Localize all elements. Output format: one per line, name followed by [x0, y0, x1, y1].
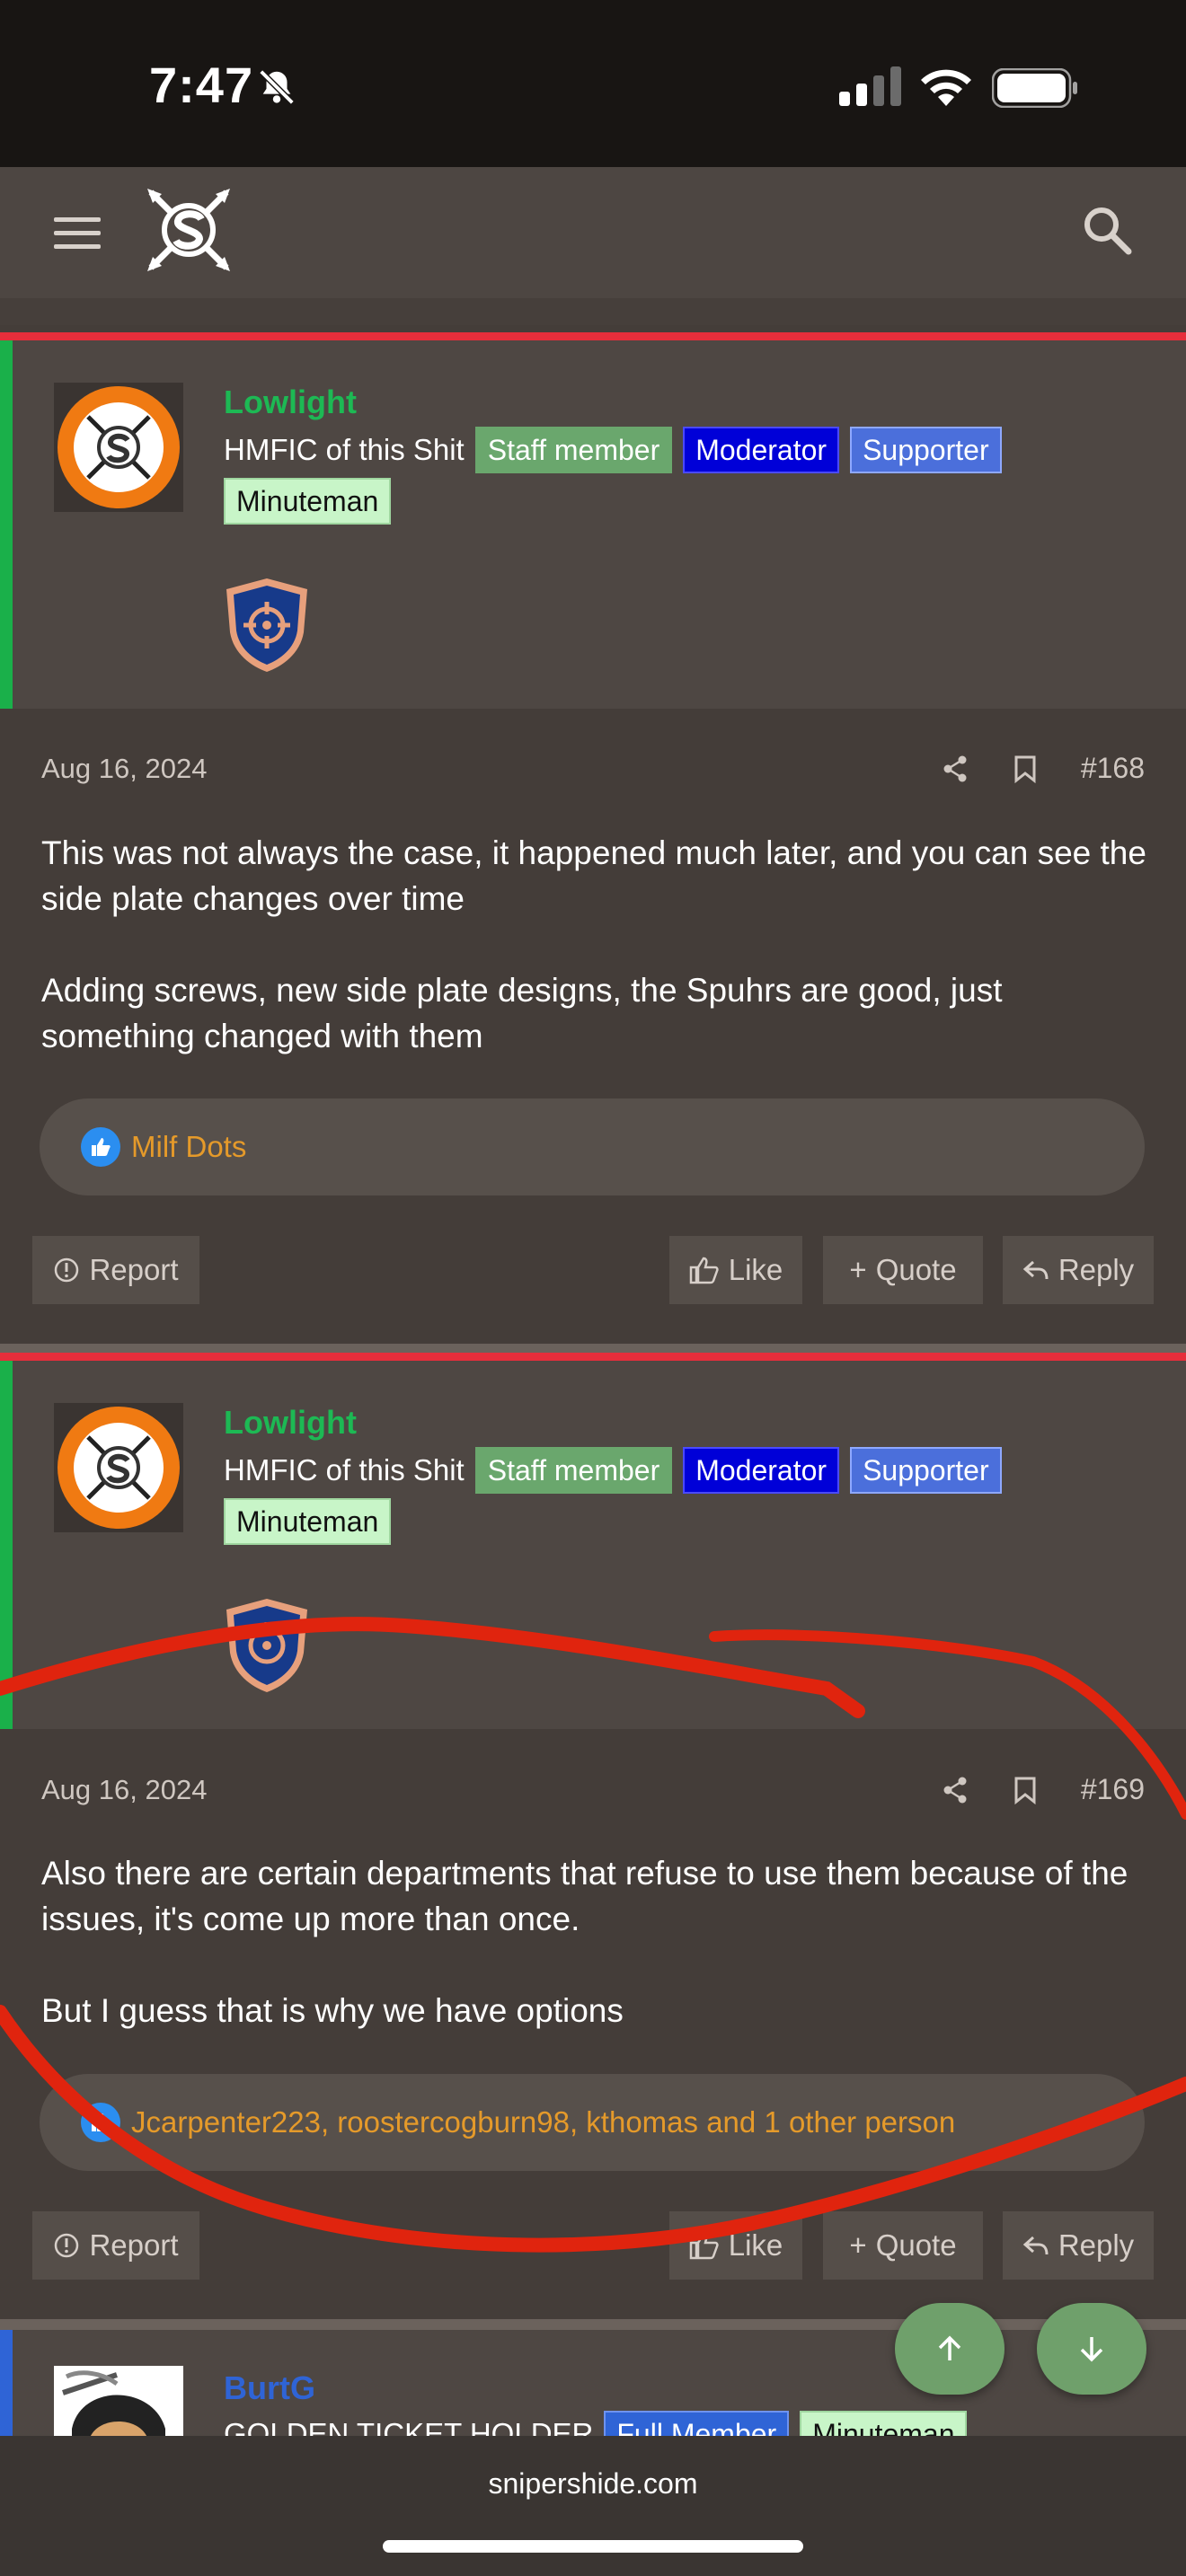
quote-label: Quote — [875, 1253, 957, 1286]
cellular-signal-icon — [839, 66, 901, 106]
reply-label: Reply — [1058, 1253, 1135, 1286]
avatar[interactable] — [54, 2366, 183, 2436]
post-tools: #169 — [941, 1773, 1145, 1806]
moderator-badge: Moderator — [683, 1447, 840, 1494]
post-number[interactable]: #169 — [1081, 1773, 1145, 1806]
post-top-line — [0, 332, 1186, 340]
post-accent-bar — [0, 2330, 13, 2436]
post-tools: #168 — [941, 752, 1145, 785]
quote-label: Quote — [875, 2228, 957, 2262]
plus-icon: + — [849, 2228, 867, 2262]
supporter-badge: Supporter — [850, 427, 1002, 473]
minuteman-badge: Minuteman — [224, 478, 392, 525]
scroll-down-button[interactable] — [1037, 2303, 1146, 2395]
user-avatar-icon — [58, 386, 180, 508]
status-time: 7:47 — [149, 57, 254, 113]
trophy-shield-icon[interactable] — [221, 575, 313, 675]
quote-button[interactable]: + Quote — [823, 2211, 983, 2280]
wifi-icon — [921, 69, 971, 106]
thumbs-up-icon — [689, 2232, 719, 2260]
supporter-badge: Supporter — [850, 1447, 1002, 1494]
user-title: GOLDEN TICKET HOLDER — [224, 2417, 594, 2436]
warning-circle-icon — [55, 1257, 79, 1283]
moderator-badge: Moderator — [683, 427, 840, 473]
post-paragraph: Also there are certain departments that … — [41, 1855, 1128, 1937]
report-label: Report — [89, 2228, 179, 2262]
report-label: Report — [89, 1253, 179, 1286]
post-paragraph: This was not always the case, it happene… — [41, 834, 1146, 917]
reply-arrow-icon — [1022, 2236, 1049, 2255]
post-paragraph: But I guess that is why we have options — [41, 1992, 624, 2029]
user-title-row: HMFIC of this Shit Staff member Moderato… — [224, 427, 1002, 473]
post-content: Also there are certain departments that … — [41, 1850, 1146, 2079]
reaction-users[interactable]: Jcarpenter223, roostercogburn98, kthomas… — [131, 2105, 955, 2139]
post-actions: Report Like + Quote Reply — [32, 1236, 1154, 1304]
post-accent-bar — [0, 340, 13, 709]
post-content: This was not always the case, it happene… — [41, 830, 1146, 1105]
post-number[interactable]: #168 — [1081, 752, 1145, 785]
post-accent-bar — [0, 1361, 13, 1729]
like-label: Like — [728, 2228, 783, 2262]
report-button[interactable]: Report — [32, 2211, 199, 2280]
battery-icon — [992, 68, 1077, 108]
like-label: Like — [728, 1253, 783, 1286]
staff-member-badge: Staff member — [474, 1447, 673, 1494]
post-date[interactable]: Aug 16, 2024 — [41, 1774, 207, 1806]
full-member-badge: Full Member — [604, 2411, 790, 2436]
thumbs-up-reaction-icon — [81, 2103, 120, 2142]
search-icon[interactable] — [1082, 205, 1132, 255]
reactions-bar[interactable]: Jcarpenter223, roostercogburn98, kthomas… — [40, 2074, 1145, 2171]
thumbs-up-icon — [689, 1257, 719, 1284]
plus-icon: + — [849, 1253, 867, 1286]
share-icon[interactable] — [941, 754, 969, 783]
site-logo-icon[interactable] — [144, 185, 234, 275]
reaction-users[interactable]: Milf Dots — [131, 1130, 246, 1164]
quote-button[interactable]: + Quote — [823, 1236, 983, 1304]
username[interactable]: BurtG — [224, 2369, 315, 2407]
report-button[interactable]: Report — [32, 1236, 199, 1304]
badge-row-2: Minuteman — [224, 1498, 392, 1545]
staff-member-badge: Staff member — [474, 427, 673, 473]
bookmark-icon[interactable] — [1013, 1776, 1038, 1804]
bookmark-icon[interactable] — [1013, 754, 1038, 783]
post-date[interactable]: Aug 16, 2024 — [41, 753, 207, 785]
scroll-up-button[interactable] — [895, 2303, 1005, 2395]
address-domain[interactable]: snipershide.com — [0, 2467, 1186, 2501]
arrow-up-icon — [938, 2335, 961, 2360]
post-paragraph: Adding screws, new side plate designs, t… — [41, 972, 1003, 1054]
username[interactable]: Lowlight — [224, 384, 357, 421]
avatar[interactable] — [54, 1403, 183, 1532]
reaper-avatar-icon — [62, 2370, 165, 2436]
like-button[interactable]: Like — [669, 2211, 802, 2280]
post-top-line — [0, 1353, 1186, 1361]
bell-muted-icon — [259, 69, 295, 105]
user-title-row: HMFIC of this Shit Staff member Moderato… — [224, 1447, 1002, 1494]
home-indicator[interactable] — [383, 2540, 803, 2553]
minuteman-badge: Minuteman — [800, 2411, 968, 2436]
thumbs-up-reaction-icon — [81, 1127, 120, 1167]
username[interactable]: Lowlight — [224, 1404, 357, 1442]
share-icon[interactable] — [941, 1776, 969, 1804]
browser-bottom-bar — [0, 2436, 1186, 2576]
user-title: HMFIC of this Shit — [224, 433, 465, 466]
reply-button[interactable]: Reply — [1003, 1236, 1154, 1304]
arrow-down-icon — [1080, 2337, 1103, 2362]
minuteman-badge: Minuteman — [224, 1498, 392, 1545]
trophy-shield-icon[interactable] — [221, 1595, 313, 1696]
reply-button[interactable]: Reply — [1003, 2211, 1154, 2280]
post-header: BurtG GOLDEN TICKET HOLDER Full Member M… — [0, 2330, 1186, 2436]
like-button[interactable]: Like — [669, 1236, 802, 1304]
user-title: HMFIC of this Shit — [224, 1453, 465, 1486]
user-avatar-icon — [58, 1407, 180, 1529]
reply-arrow-icon — [1022, 1260, 1049, 1280]
avatar[interactable] — [54, 383, 183, 512]
warning-circle-icon — [55, 2233, 79, 2258]
badge-row-2: Minuteman — [224, 478, 392, 525]
reply-label: Reply — [1058, 2228, 1135, 2262]
nav-strip — [0, 298, 1186, 325]
user-title-row: GOLDEN TICKET HOLDER Full Member Minutem… — [224, 2411, 968, 2436]
hamburger-menu-icon[interactable] — [54, 216, 101, 251]
post-actions: Report Like + Quote Reply — [32, 2211, 1154, 2280]
reactions-bar[interactable]: Milf Dots — [40, 1098, 1145, 1195]
